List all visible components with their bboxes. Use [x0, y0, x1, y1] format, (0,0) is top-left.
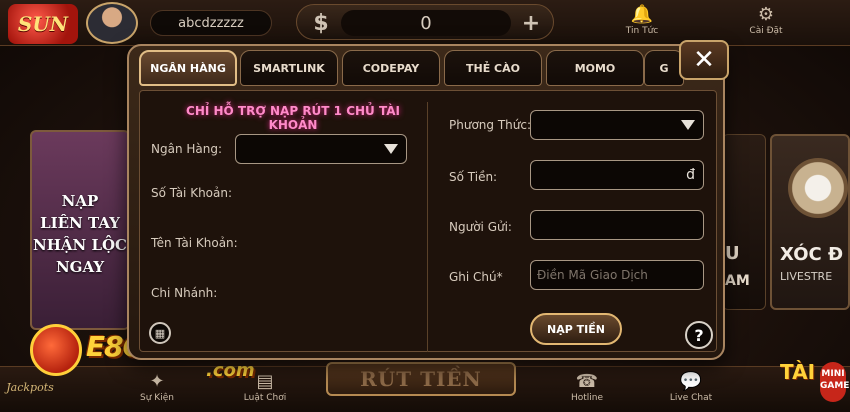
account-name-label: Tên Tài Khoản: [151, 236, 238, 250]
top-bar: SUN abcdzzzzz $ 0 + 🔔 Tin Tức ⚙ Cài Đặt [0, 0, 850, 46]
promo-line: NGAY [55, 258, 105, 276]
tab-more[interactable]: G [644, 50, 684, 86]
method-label: Phương Thức: [449, 118, 532, 132]
chip-icon [30, 324, 82, 376]
game-logo: SUN [8, 4, 78, 44]
promo-banner-left[interactable]: NẠP LIÊN TAY NHẬN LỘC NGAY [30, 130, 130, 330]
balance-value: 0 [341, 10, 511, 36]
gear-icon: ⚙ [757, 4, 775, 25]
rules-label: Luật Chơi [243, 393, 287, 403]
note-label: Ghi Chú* [449, 270, 503, 284]
hotline-button[interactable]: ☎ Hotline [552, 371, 622, 411]
news-button[interactable]: 🔔 Tin Tức [610, 4, 674, 44]
deposit-submit-button[interactable]: NẠP TIỀN [530, 313, 622, 345]
currency-dong: đ [686, 167, 695, 183]
chevron-down-icon [681, 120, 695, 130]
settings-button[interactable]: ⚙ Cài Đặt [734, 4, 798, 44]
bell-icon: 🔔 [630, 4, 654, 25]
method-select[interactable] [530, 110, 704, 140]
watermark-domain: .com [206, 360, 255, 381]
xocdia-sub: LIVESTRE [780, 270, 833, 283]
withdraw-button[interactable]: RÚT TIỀN [326, 362, 516, 396]
promo-line: NẠP [61, 192, 99, 210]
mid-banner-sub: AM [725, 273, 750, 289]
chevron-down-icon [384, 144, 398, 154]
xocdia-title: XÓC Đ [780, 244, 844, 265]
promo-banner-text: NẠP LIÊN TAY NHẬN LỘC NGAY [32, 190, 128, 278]
tab-bank[interactable]: NGÂN HÀNG [139, 50, 237, 86]
game-banner-xocdia[interactable]: XÓC Đ LIVESTRE [770, 134, 850, 310]
chat-icon: 💬 [679, 371, 703, 392]
bank-label: Ngân Hàng: [151, 142, 223, 156]
livechat-button[interactable]: 💬 Live Chat [656, 371, 726, 411]
xocdia-dice-icon [788, 158, 848, 218]
settings-label: Cài Đặt [749, 26, 783, 36]
tai-xiu-mini-game[interactable]: TÀI MINI GAME [780, 358, 849, 408]
dollar-icon: $ [313, 10, 329, 36]
promo-line: NHẬN LỘC [32, 236, 127, 254]
amount-input[interactable]: đ [530, 160, 704, 190]
account-number-label: Số Tài Khoản: [151, 186, 233, 200]
news-label: Tin Tức [625, 26, 659, 36]
branch-label: Chi Nhánh: [151, 286, 218, 300]
notice-text: CHỈ HỖ TRỢ NẠP RÚT 1 CHỦ TÀI KHOẢN [186, 104, 400, 132]
event-label: Sự Kiện [140, 393, 174, 403]
tab-card[interactable]: THẺ CÀO [444, 50, 542, 86]
close-button[interactable]: ✕ [679, 40, 729, 80]
game-banner-mid[interactable]: U AM [722, 134, 766, 310]
add-balance-button[interactable]: + [517, 9, 545, 37]
promo-line: LIÊN TAY [40, 214, 120, 232]
note-input[interactable]: Điền Mã Giao Dịch [530, 260, 704, 290]
logo-text: SUN [17, 12, 69, 36]
tab-smartlink[interactable]: SMARTLINK [240, 50, 338, 86]
avatar[interactable] [86, 2, 138, 44]
deposit-modal: NGÂN HÀNG SMARTLINK CODEPAY THẺ CÀO MOMO… [127, 40, 729, 360]
sender-label: Người Gửi: [449, 220, 512, 234]
note-placeholder: Điền Mã Giao Dịch [537, 268, 648, 282]
tab-codepay[interactable]: CODEPAY [342, 50, 440, 86]
phone-icon: ☎ [575, 371, 599, 392]
amount-label: Số Tiền: [449, 170, 498, 184]
jackpot-label: Jackpots [6, 381, 54, 394]
bank-select[interactable] [235, 134, 407, 164]
game-screen: SUN abcdzzzzz $ 0 + 🔔 Tin Tức ⚙ Cài Đặt … [0, 0, 850, 412]
balance-box: $ 0 + [296, 4, 554, 40]
help-icon[interactable]: ? [685, 321, 713, 349]
calculator-icon[interactable]: ▦ [149, 322, 171, 344]
tai-label: TÀI [780, 360, 816, 384]
livechat-label: Live Chat [669, 393, 713, 403]
mini-game-label: MINI GAME [820, 362, 849, 402]
mid-banner-text: U [725, 243, 740, 264]
tab-momo[interactable]: MOMO [546, 50, 644, 86]
username: abcdzzzzz [150, 10, 272, 36]
hotline-label: Hotline [570, 393, 604, 403]
sender-input[interactable] [530, 210, 704, 240]
form-divider [427, 102, 428, 352]
close-icon: ✕ [693, 45, 715, 75]
